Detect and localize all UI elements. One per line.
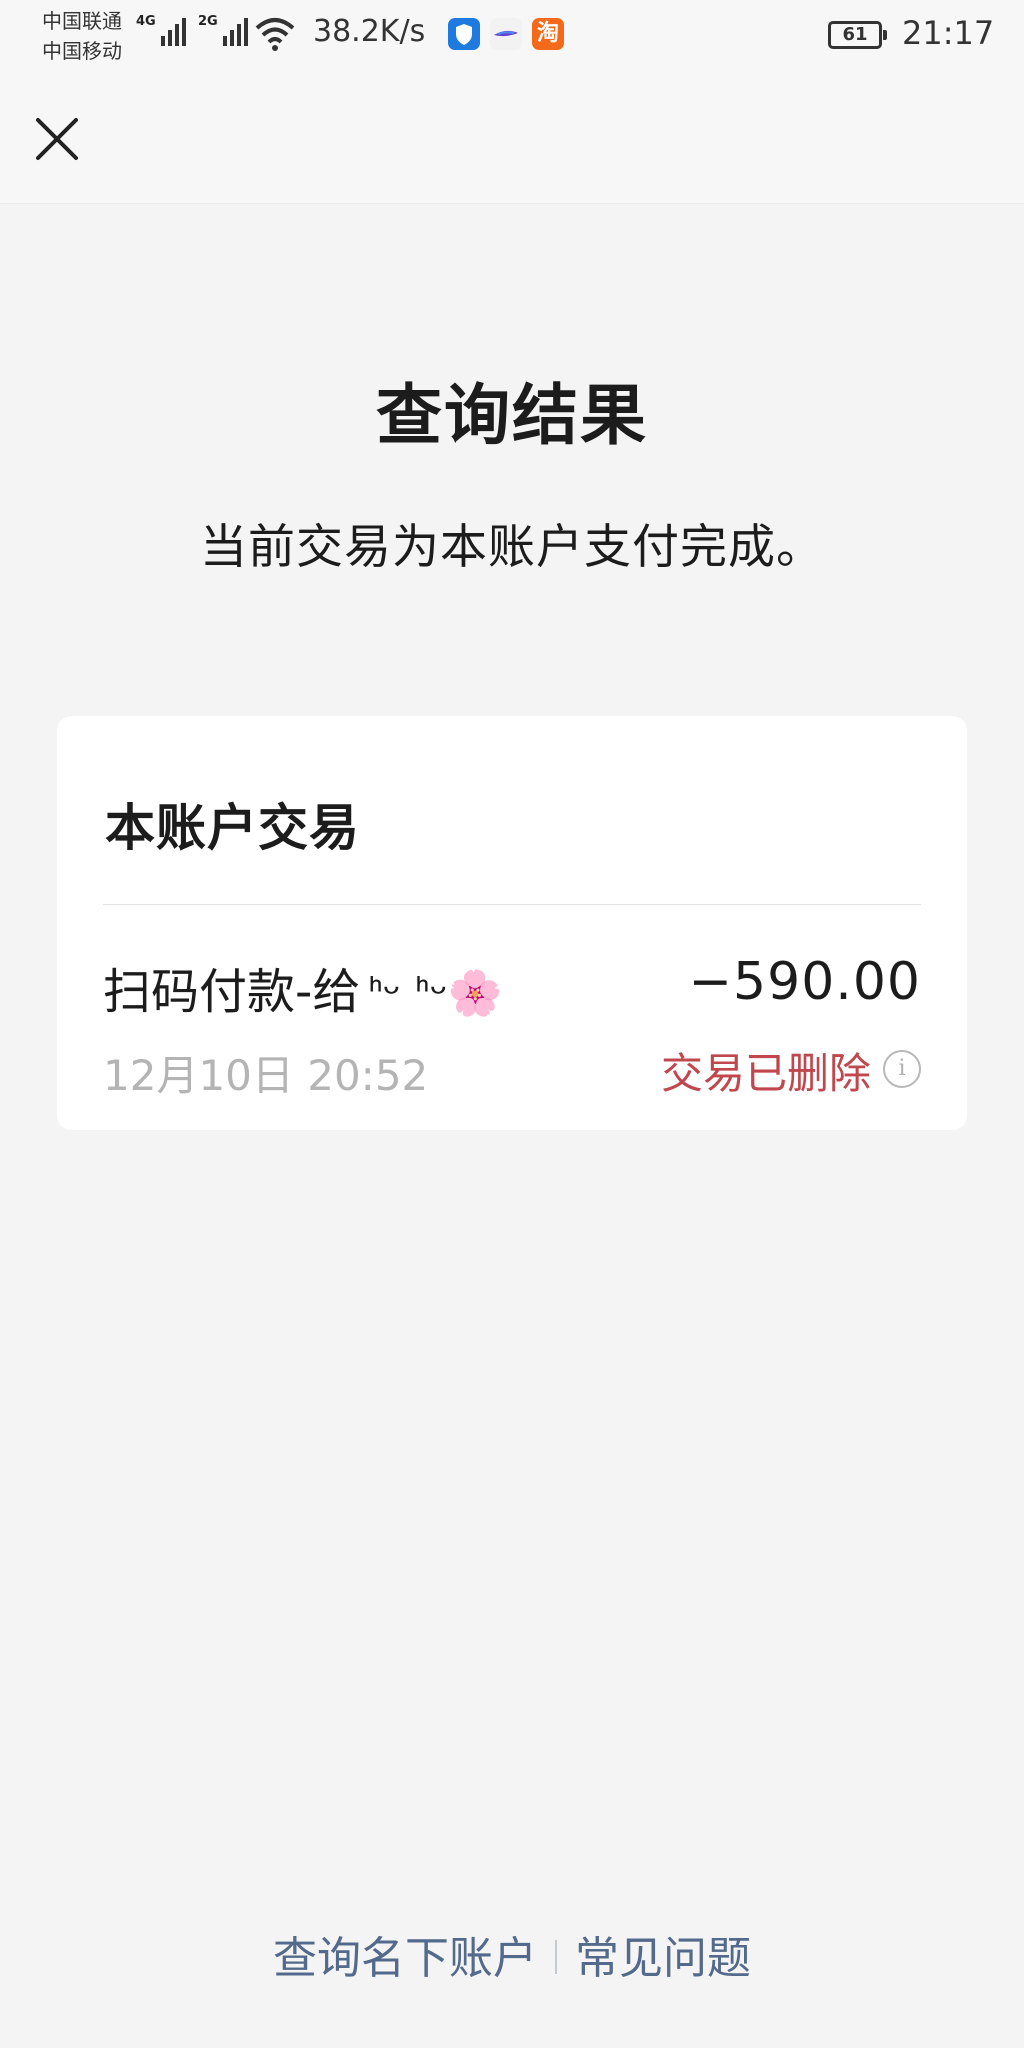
footer-links: 查询名下账户 常见问题: [0, 1922, 1024, 1986]
network-2-label: 2G: [198, 14, 218, 29]
carrier-2: 中国移动: [42, 39, 122, 63]
signal-4g-icon: 4G: [136, 14, 186, 46]
network-1-label: 4G: [136, 14, 156, 29]
network-speed: 38.2K/s: [313, 14, 426, 49]
close-button[interactable]: [30, 112, 84, 166]
info-icon[interactable]: i: [883, 1050, 921, 1088]
query-accounts-link[interactable]: 查询名下账户: [273, 1933, 537, 1984]
payee-nickname: ᑋᵕ ᑋᵕ🌸: [368, 968, 503, 1019]
signal-2g-icon: 2G: [198, 14, 248, 46]
transaction-datetime: 12月10日 20:52: [103, 1051, 429, 1100]
transaction-amount: −590.00: [688, 952, 921, 1012]
shield-app-icon: [448, 18, 480, 50]
carrier-names: 中国联通 中国移动: [42, 6, 122, 66]
faq-link[interactable]: 常见问题: [575, 1933, 751, 1984]
result-message: 当前交易为本账户支付完成。: [200, 520, 824, 575]
transaction-row[interactable]: 扫码付款-给 ᑋᵕ ᑋᵕ🌸 −590.00 12月10日 20:52 交易已删除 …: [57, 904, 967, 1124]
battery-indicator: 61: [828, 21, 887, 49]
link-separator: [555, 1940, 557, 1974]
wifi-icon: [255, 18, 295, 51]
status-bar: 中国联通 中国移动 4G 2G 38.2K/s 淘 61 21:17: [0, 0, 1024, 72]
transaction-description: 扫码付款-给 ᑋᵕ ᑋᵕ🌸: [103, 952, 503, 1022]
close-icon: [36, 118, 78, 160]
transaction-type: 扫码付款-给: [103, 964, 361, 1020]
top-bar: [0, 72, 1024, 204]
browser-app-icon: [490, 18, 522, 50]
taobao-app-icon: 淘: [532, 18, 564, 50]
transaction-status: 交易已删除: [660, 1049, 871, 1098]
transaction-card: 本账户交易 扫码付款-给 ᑋᵕ ᑋᵕ🌸 −590.00 12月10日 20:52 …: [57, 716, 967, 1130]
card-title: 本账户交易: [105, 799, 360, 857]
page-title: 查询结果: [376, 377, 648, 454]
carrier-1: 中国联通: [42, 9, 122, 33]
clock: 21:17: [902, 14, 995, 52]
